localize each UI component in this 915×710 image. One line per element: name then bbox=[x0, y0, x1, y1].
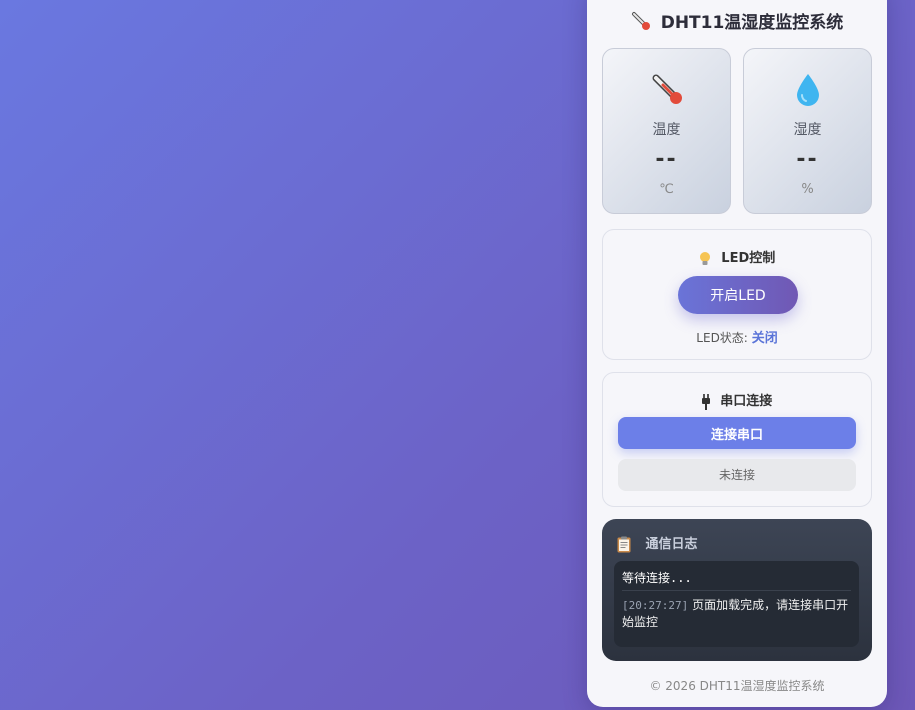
humidity-card: 湿度 -- % bbox=[743, 48, 872, 214]
log-waiting-dots: ... bbox=[670, 571, 692, 585]
temperature-unit: ℃ bbox=[659, 182, 674, 197]
temperature-label: 温度 bbox=[652, 122, 681, 138]
led-control-card: LED控制 开启LED LED状态: 关闭 bbox=[602, 229, 872, 360]
thermometer-icon bbox=[603, 71, 730, 107]
log-waiting-text: 等待连接 bbox=[622, 571, 671, 585]
droplet-icon bbox=[744, 71, 871, 107]
log-waiting-line: 等待连接... bbox=[622, 569, 851, 591]
log-title: 通信日志 bbox=[645, 537, 698, 552]
temperature-value: -- bbox=[655, 147, 678, 172]
temperature-card: 温度 -- ℃ bbox=[602, 48, 731, 214]
page-title: DHT11温湿度监控系统 bbox=[587, 8, 887, 36]
plug-icon bbox=[701, 393, 721, 410]
connect-serial-button[interactable]: 连接串口 bbox=[618, 417, 856, 449]
log-entry-timestamp: [20:27:27] bbox=[622, 599, 689, 612]
log-heading: 通信日志 bbox=[617, 533, 698, 553]
humidity-label: 湿度 bbox=[793, 122, 822, 138]
serial-connection-heading: 串口连接 bbox=[603, 390, 871, 410]
led-status-label: LED状态: bbox=[696, 331, 748, 345]
led-status-value: 关闭 bbox=[751, 331, 778, 346]
log-output: 等待连接... [20:27:27] 页面加载完成，请连接串口开始监控 bbox=[614, 561, 859, 647]
serial-connection-card: 串口连接 连接串口 未连接 bbox=[602, 372, 872, 507]
log-entry: [20:27:27] 页面加载完成，请连接串口开始监控 bbox=[622, 597, 851, 630]
page-title-text: DHT11温湿度监控系统 bbox=[660, 13, 844, 33]
footer: © 2026 DHT11温湿度监控系统 bbox=[649, 679, 825, 693]
led-control-heading: LED控制 bbox=[603, 247, 871, 267]
serial-connection-title: 串口连接 bbox=[720, 394, 773, 409]
humidity-value: -- bbox=[796, 147, 819, 172]
monitor-panel: DHT11温湿度监控系统 温度 -- ℃ 湿度 -- % LED控制 开启LED… bbox=[587, 0, 887, 707]
thermometer-icon bbox=[631, 11, 651, 36]
lightbulb-icon bbox=[699, 251, 722, 266]
connection-status: 未连接 bbox=[618, 459, 856, 491]
clipboard-icon bbox=[617, 536, 646, 553]
led-status: LED状态: 关闭 bbox=[603, 327, 871, 346]
humidity-unit: % bbox=[801, 182, 814, 197]
toggle-led-button[interactable]: 开启LED bbox=[678, 276, 798, 314]
led-control-title: LED控制 bbox=[721, 251, 776, 266]
communication-log: 通信日志 等待连接... [20:27:27] 页面加载完成，请连接串口开始监控 bbox=[602, 519, 872, 661]
